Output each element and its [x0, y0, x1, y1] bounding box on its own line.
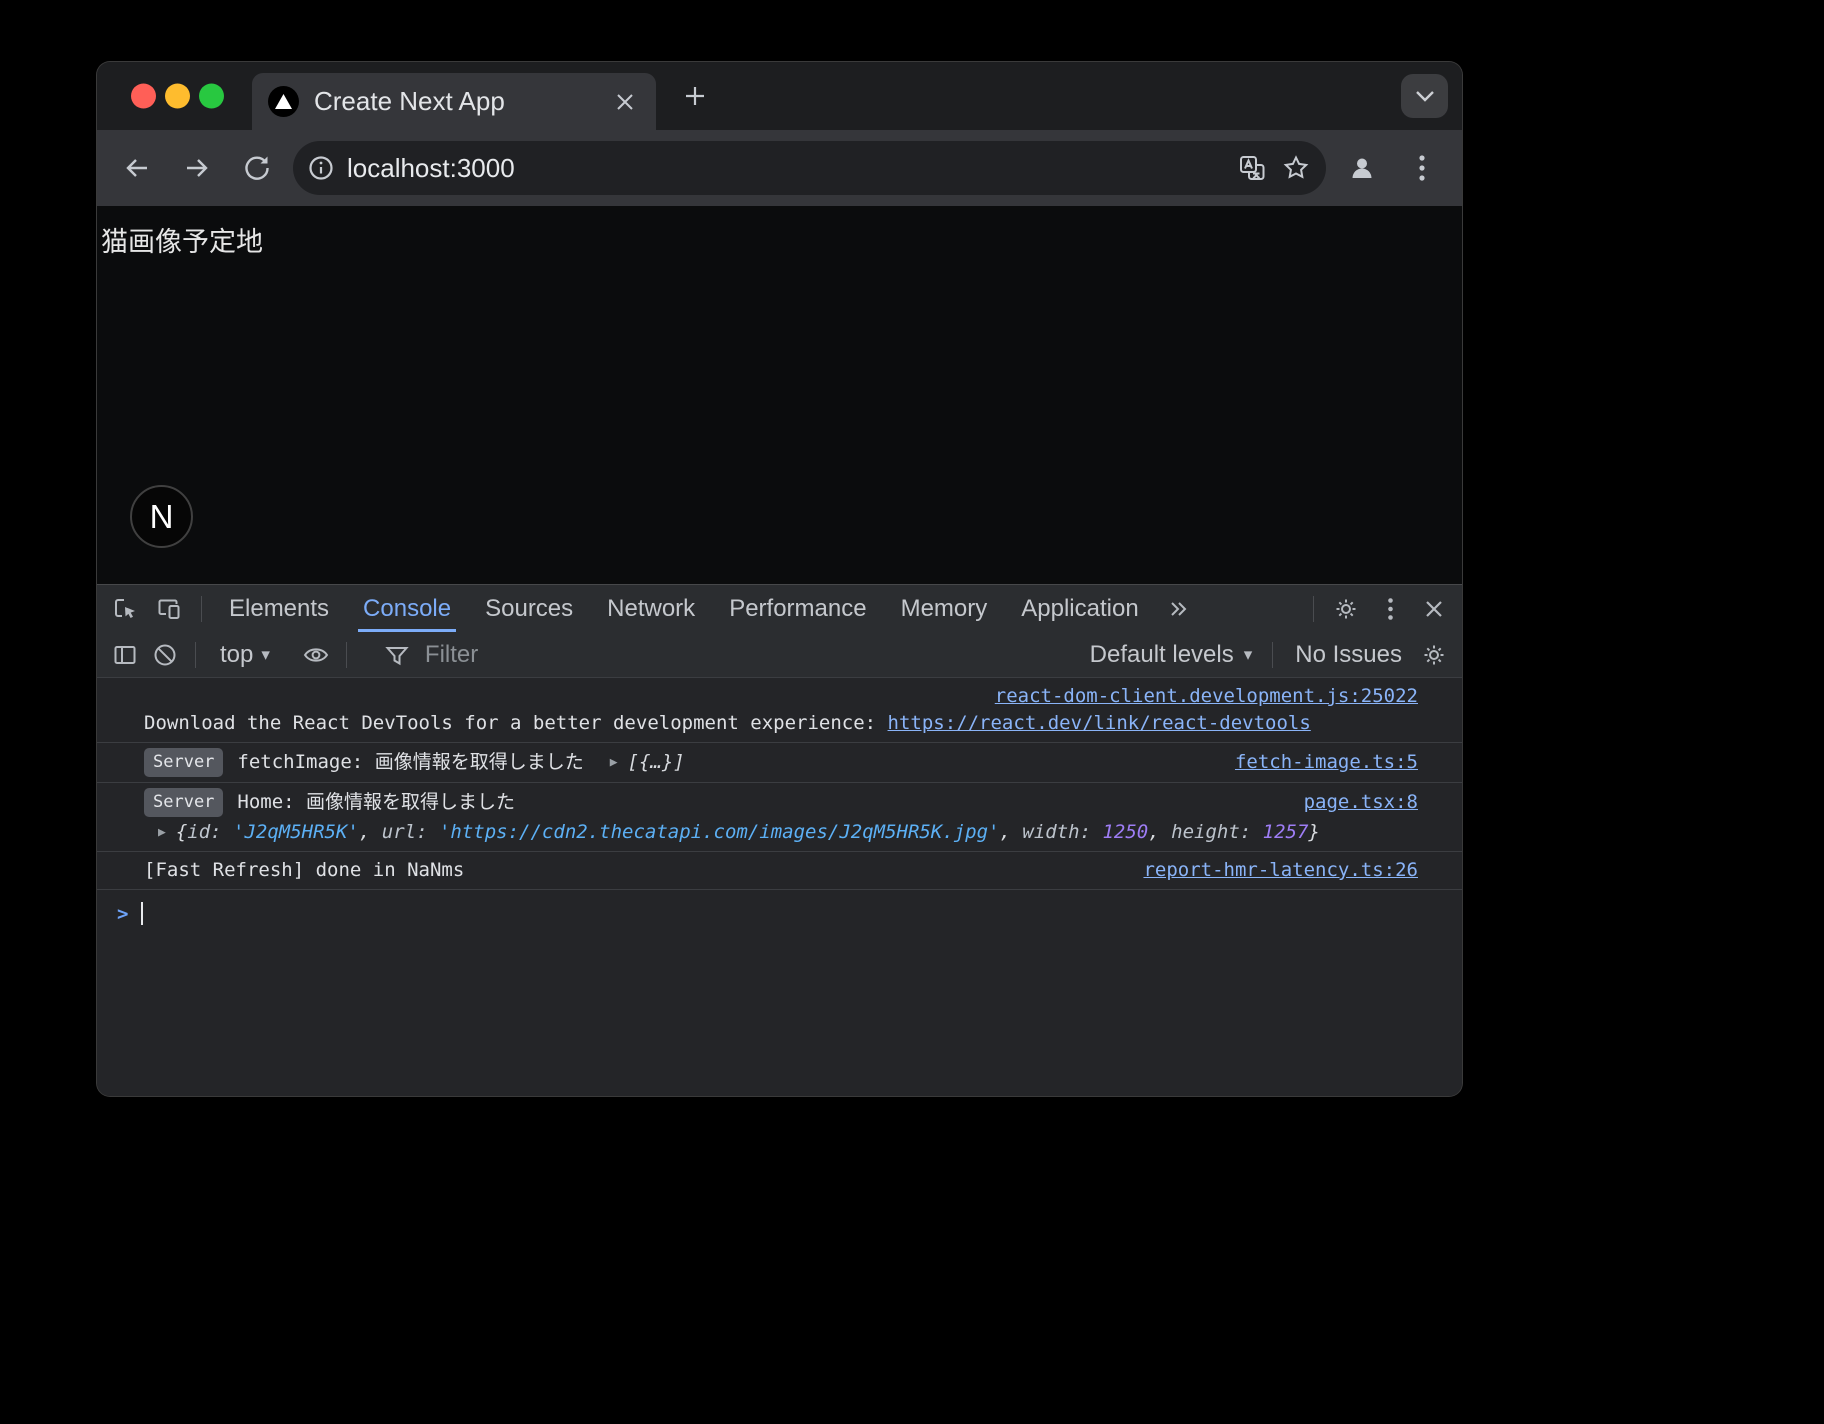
issues-counter[interactable]: No Issues [1283, 641, 1414, 669]
browser-toolbar: localhost:3000 [97, 130, 1462, 206]
minimize-window-button[interactable] [165, 84, 190, 109]
forward-icon[interactable] [173, 144, 221, 192]
message-text: Download the React DevTools for a better… [144, 712, 888, 734]
filter-input[interactable] [425, 641, 925, 669]
tab-close-icon[interactable] [608, 85, 642, 119]
server-badge: Server [144, 788, 223, 817]
bookmark-star-icon[interactable] [1274, 146, 1318, 190]
clear-console-icon[interactable] [145, 635, 185, 675]
tab-search-chevron-button[interactable] [1401, 74, 1448, 118]
filter-funnel-icon [377, 635, 417, 675]
tab-application[interactable]: Application [1004, 585, 1155, 632]
console-filter [377, 635, 1080, 675]
tab-performance[interactable]: Performance [712, 585, 883, 632]
new-tab-button[interactable] [674, 75, 716, 117]
maximize-window-button[interactable] [199, 84, 224, 109]
profile-avatar-icon[interactable] [1338, 144, 1386, 192]
live-expression-eye-icon[interactable] [296, 635, 336, 675]
tab-network[interactable]: Network [590, 585, 712, 632]
console-message: react-dom-client.development.js:25022 Do… [97, 678, 1462, 743]
reload-icon[interactable] [233, 144, 281, 192]
inspect-element-icon[interactable] [103, 585, 147, 632]
console-message: Server fetchImage: 画像情報を取得しました ▶ [{…}] f… [97, 743, 1462, 783]
back-icon[interactable] [113, 144, 161, 192]
devtools-panel: Elements Console Sources Network Perform… [97, 584, 1462, 1096]
tab-strip: Create Next App [97, 62, 1462, 130]
toolbar-divider [1313, 596, 1314, 622]
url-text: localhost:3000 [347, 153, 515, 184]
log-levels-dropdown[interactable]: Default levels ▾ [1080, 641, 1263, 669]
chevron-down-icon: ▾ [261, 646, 270, 663]
close-window-button[interactable] [131, 84, 156, 109]
tab-sources[interactable]: Sources [468, 585, 590, 632]
page-viewport: 猫画像予定地 N [97, 206, 1462, 584]
nextjs-logo-letter: N [150, 498, 174, 536]
toolbar-divider [201, 596, 202, 622]
tab-memory[interactable]: Memory [884, 585, 1005, 632]
message-text: fetchImage: 画像情報を取得しました [237, 749, 583, 776]
device-toolbar-icon[interactable] [147, 585, 191, 632]
object-preview-line: ▶ {id: 'J2qM5HR5K', url: 'https://cdn2.t… [144, 819, 1418, 846]
site-info-icon[interactable] [301, 148, 341, 188]
js-context-selector[interactable]: top ▾ [210, 641, 280, 669]
page-heading: 猫画像予定地 [97, 206, 1462, 259]
expand-arrow-icon[interactable]: ▶ [158, 819, 166, 846]
console-toolbar: top ▾ Default levels ▾ [97, 632, 1462, 678]
text-cursor [141, 902, 143, 925]
tab-console[interactable]: Console [346, 585, 468, 632]
vercel-triangle-icon [268, 86, 299, 117]
console-settings-gear-icon[interactable] [1414, 635, 1454, 675]
source-link[interactable]: react-dom-client.development.js:25022 [995, 685, 1418, 707]
react-devtools-link[interactable]: https://react.dev/link/react-devtools [888, 712, 1311, 734]
message-text: [Fast Refresh] done in NaNms [144, 857, 464, 884]
source-link[interactable]: fetch-image.ts:5 [1235, 749, 1418, 776]
devtools-close-icon[interactable] [1412, 585, 1456, 632]
console-prompt[interactable]: > [97, 890, 1462, 937]
console-message: [Fast Refresh] done in NaNms report-hmr-… [97, 852, 1462, 890]
toolbar-divider [346, 642, 347, 668]
nextjs-dev-indicator-button[interactable]: N [130, 485, 193, 548]
browser-tab[interactable]: Create Next App [252, 73, 656, 130]
toolbar-divider [195, 642, 196, 668]
source-link[interactable]: report-hmr-latency.ts:26 [1143, 857, 1418, 884]
log-levels-label: Default levels [1090, 641, 1234, 669]
url-bar[interactable]: localhost:3000 [293, 141, 1326, 195]
chevron-down-icon: ▾ [1244, 646, 1253, 663]
message-text: Home: 画像情報を取得しました [237, 789, 515, 816]
tab-elements[interactable]: Elements [212, 585, 346, 632]
array-preview[interactable]: [{…}] [628, 749, 685, 776]
prompt-chevron-icon: > [117, 903, 128, 925]
devtools-menu-dots-icon[interactable] [1368, 585, 1412, 632]
more-tabs-icon[interactable] [1156, 585, 1200, 632]
devtools-tabbar-right [1303, 585, 1456, 632]
console-sidebar-toggle-icon[interactable] [105, 635, 145, 675]
object-preview[interactable]: {id: 'J2qM5HR5K', url: 'https://cdn2.the… [176, 819, 1320, 846]
js-context-label: top [220, 641, 253, 669]
devtools-tabbar: Elements Console Sources Network Perform… [97, 585, 1462, 632]
console-message: Server Home: 画像情報を取得しました page.tsx:8 ▶ {i… [97, 783, 1462, 852]
message-text-line: Download the React DevTools for a better… [144, 710, 1418, 737]
translate-icon[interactable] [1230, 146, 1274, 190]
browser-window: Create Next App [97, 62, 1462, 1096]
expand-arrow-icon[interactable]: ▶ [610, 749, 618, 776]
traffic-lights [131, 84, 224, 109]
server-badge: Server [144, 748, 223, 777]
toolbar-divider [1272, 642, 1273, 668]
source-link[interactable]: page.tsx:8 [1304, 789, 1418, 816]
browser-menu-dots-icon[interactable] [1398, 144, 1446, 192]
console-log-area[interactable]: react-dom-client.development.js:25022 Do… [97, 678, 1462, 1096]
tab-title: Create Next App [314, 86, 608, 117]
devtools-settings-gear-icon[interactable] [1324, 585, 1368, 632]
